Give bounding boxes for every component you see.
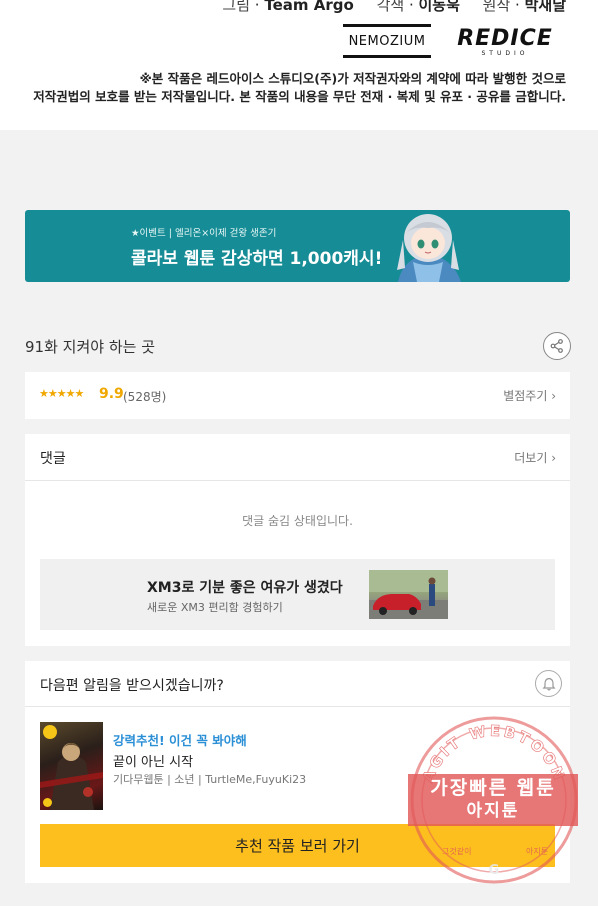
comments-more-link[interactable]: 더보기 › [514,449,556,466]
status-dot-icon [43,798,52,807]
credits-section: 그림 · Team Argo 각색 · 이동욱 원작 · 박새날 NEMOZIU… [0,0,598,130]
recommendation-tag: 강력추천! 이건 꼭 봐야해 [113,733,247,748]
nemozium-logo: NEMOZIUM [343,24,431,58]
view-recommendation-button[interactable]: 추천 작품 보러 가기 [40,824,555,867]
credit-line: 그림 · Team Argo 각색 · 이동욱 원작 · 박새날 [222,0,566,15]
ad-card[interactable]: XM3로 기분 좋은 여유가 생겼다 새로운 XM3 편리함 경험하기 [40,559,555,630]
redice-logo-text: REDICE [457,25,553,51]
ad-car-image [369,570,448,619]
art-value: Team Argo [264,0,354,14]
event-banner[interactable]: ★이벤트 | 엘리온×이제 걷왕 생존기 콜라보 웹툰 감상하면 1,000캐시… [25,210,570,282]
clock-icon [43,725,57,739]
notify-card: 다음편 알림을 받으시겠습니까? 강력추천! 이건 꼭 봐야해 끝이 아닌 시작… [25,661,570,883]
notice-line-1: ※본 작품은 레드아이스 스튜디오(주)가 저작권자와의 계약에 따라 발행한 … [139,71,566,86]
bell-button[interactable] [535,670,562,697]
recommendation-item[interactable]: 강력추천! 이건 꼭 봐야해 끝이 아닌 시작 기다무웹툰 | 소년 | Tur… [40,722,555,812]
notify-header: 다음편 알림을 받으시겠습니까? [40,678,224,694]
original-label: 원작 [482,0,511,14]
banner-headline: 콜라보 웹툰 감상하면 1,000캐시! [131,249,383,269]
comments-hidden-message: 댓글 숨김 상태입니다. [242,514,353,528]
ad-title: XM3로 기분 좋은 여유가 생겼다 [147,580,343,596]
notice-line-2: 저작권법의 보호를 받는 저작물입니다. 본 작품의 내용을 무단 전재 · 복… [33,89,566,104]
banner-tag: ★이벤트 | 엘리온×이제 걷왕 생존기 [131,228,277,239]
adapt-label: 각색 [376,0,405,14]
share-button[interactable] [543,332,571,360]
comments-header: 댓글 [40,451,66,467]
adapt-value: 이동욱 [418,0,460,14]
art-label: 그림 [222,0,251,14]
share-icon [550,339,563,353]
recommendation-title: 끝이 아닌 시작 [113,755,194,770]
original-value: 박새날 [524,0,566,14]
redice-logo: REDICE STUDIO [446,27,564,57]
bell-icon [542,677,555,690]
divider [25,706,570,707]
ad-subtitle: 새로운 XM3 편리함 경험하기 [147,601,283,614]
rating-stars: ★★★★★ [39,387,84,400]
recommendation-meta: 기다무웹툰 | 소년 | TurtleMe,FuyuKi23 [113,773,307,786]
redice-logo-sub: STUDIO [481,49,529,57]
rating-card: ★★★★★ 9.9 (528명) 별점주기 › [25,372,570,419]
nemozium-logo-text: NEMOZIUM [348,33,426,49]
episode-title: 91화 지켜야 하는 곳 [25,338,155,356]
rating-score: 9.9 [99,386,124,402]
comments-card: 댓글 더보기 › 댓글 숨김 상태입니다. XM3로 기분 좋은 여유가 생겼다… [25,434,570,646]
banner-character-illustration [397,214,461,282]
divider [25,480,570,481]
recommendation-thumbnail [40,722,103,810]
rate-button[interactable]: 별점주기 › [503,387,556,404]
rating-count: (528명) [123,390,167,404]
copyright-notice: ※본 작품은 레드아이스 스튜디오(주)가 저작권자와의 계약에 따라 발행한 … [33,70,566,106]
